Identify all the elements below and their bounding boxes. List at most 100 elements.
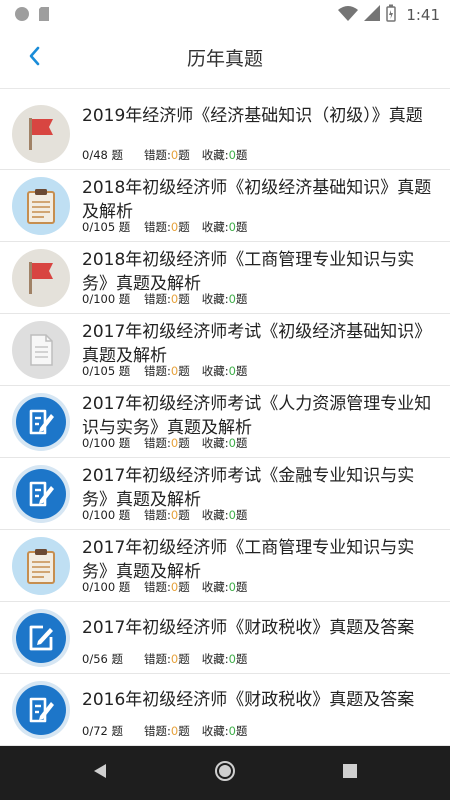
fav-unit: 题 xyxy=(235,220,248,234)
list-item[interactable]: 2018年初级经济师《工商管理专业知识与实务》真题及解析 0/100 题错题:0题… xyxy=(0,242,450,314)
list-item[interactable]: 2016年初级经济师《财政税收》真题及答案 0/72 题错题:0题 收藏:0题 xyxy=(0,674,450,746)
item-title: 2017年初级经济师《财政税收》真题及答案 xyxy=(82,618,415,638)
exam-list: 2019年经济师《经济基础知识（初级）》真题 0/48 题错题:0题 收藏:0题 20… xyxy=(0,98,450,746)
wrong-unit: 题 xyxy=(178,292,190,306)
wifi-icon xyxy=(338,5,359,25)
item-meta: 0/105 题错题:0题 收藏:0题 xyxy=(82,363,247,379)
wrong-count: 错题:0题 xyxy=(144,579,190,595)
nav-home-button[interactable] xyxy=(210,758,240,788)
fav-value: 0 xyxy=(228,436,236,450)
wrong-label: 错题: xyxy=(144,580,171,594)
question-count: 0/100 题 xyxy=(82,508,131,522)
fav-count: 收藏:0题 xyxy=(202,147,248,163)
question-count: 0/56 题 xyxy=(82,652,123,666)
circle-status-icon xyxy=(14,6,30,26)
fav-count: 收藏:0题 xyxy=(202,507,248,523)
fav-unit: 题 xyxy=(235,364,248,378)
wrong-label: 错题: xyxy=(144,148,171,162)
item-title: 2019年经济师《经济基础知识（初级）》真题 xyxy=(82,106,423,126)
wrong-unit: 题 xyxy=(178,724,190,738)
page-title: 历年真题 xyxy=(186,48,263,70)
flag-icon xyxy=(11,104,71,164)
wrong-count: 错题:0题 xyxy=(144,507,190,523)
fav-value: 0 xyxy=(228,652,236,666)
circle-home-icon xyxy=(214,760,236,786)
question-count: 0/105 题 xyxy=(82,220,131,234)
wrong-label: 错题: xyxy=(144,436,171,450)
fav-unit: 题 xyxy=(235,148,248,162)
fav-unit: 题 xyxy=(235,508,248,522)
fav-unit: 题 xyxy=(235,724,248,738)
question-count: 0/100 题 xyxy=(82,436,131,450)
fav-count: 收藏:0题 xyxy=(202,435,248,451)
nav-recents-button[interactable] xyxy=(335,758,365,788)
wrong-label: 错题: xyxy=(144,724,171,738)
document-icon xyxy=(11,320,71,380)
item-meta: 0/100 题错题:0题 收藏:0题 xyxy=(82,291,247,307)
wrong-unit: 题 xyxy=(178,220,190,234)
flag-icon xyxy=(11,248,71,308)
app-bar: 历年真题 xyxy=(0,28,450,89)
item-title: 2017年初级经济师考试《初级经济基础知识》真题及解析 xyxy=(82,322,432,366)
item-meta: 0/72 题错题:0题 收藏:0题 xyxy=(82,723,247,739)
item-meta: 0/48 题错题:0题 收藏:0题 xyxy=(82,147,247,163)
fav-count: 收藏:0题 xyxy=(202,579,248,595)
question-count: 0/100 题 xyxy=(82,580,131,594)
list-item[interactable]: 2019年经济师《经济基础知识（初级）》真题 0/48 题错题:0题 收藏:0题 xyxy=(0,98,450,170)
item-meta: 0/100 题错题:0题 收藏:0题 xyxy=(82,507,247,523)
system-nav-bar xyxy=(0,746,450,800)
wrong-count: 错题:0题 xyxy=(144,723,190,739)
wrong-unit: 题 xyxy=(178,652,190,666)
fav-label: 收藏: xyxy=(201,292,229,306)
status-bar: 1:41 xyxy=(0,0,450,28)
wrong-count: 错题:0题 xyxy=(144,435,190,451)
clipboard-icon xyxy=(11,176,71,236)
fav-value: 0 xyxy=(228,148,236,162)
battery-icon xyxy=(386,4,397,26)
list-item[interactable]: 2017年初级经济师考试《人力资源管理专业知识与实务》真题及解析 0/100 题错… xyxy=(0,386,450,458)
question-count: 0/72 题 xyxy=(82,724,123,738)
fav-unit: 题 xyxy=(235,436,248,450)
nav-back-button[interactable] xyxy=(85,758,115,788)
fav-count: 收藏:0题 xyxy=(202,651,248,667)
item-title: 2016年初级经济师《财政税收》真题及答案 xyxy=(82,690,415,710)
list-item[interactable]: 2018年初级经济师《初级经济基础知识》真题及解析 0/105 题错题:0题 收藏:… xyxy=(0,170,450,242)
wrong-count: 错题:0题 xyxy=(144,147,190,163)
wrong-unit: 题 xyxy=(178,148,190,162)
edit-icon xyxy=(11,464,71,524)
item-meta: 0/56 题错题:0题 收藏:0题 xyxy=(82,651,247,667)
list-item[interactable]: 2017年初级经济师考试《初级经济基础知识》真题及解析 0/105 题错题:0题收… xyxy=(0,314,450,386)
wrong-count: 错题:0题 xyxy=(144,219,190,235)
item-title: 2018年初级经济师《工商管理专业知识与实务》真题及解析 xyxy=(82,250,415,294)
wrong-unit: 题 xyxy=(178,580,190,594)
fav-label: 收藏: xyxy=(201,220,229,234)
item-title: 2017年初级经济师《工商管理专业知识与实务》真题及解析 xyxy=(82,538,415,582)
fav-value: 0 xyxy=(228,724,236,738)
triangle-back-icon xyxy=(92,763,108,783)
edit-icon xyxy=(11,680,71,740)
fav-unit: 题 xyxy=(235,292,248,306)
question-count: 0/105 题 xyxy=(82,364,131,378)
fav-label: 收藏: xyxy=(201,364,229,378)
list-item[interactable]: 2017年初级经济师《工商管理专业知识与实务》真题及解析 0/100 题错题:0题… xyxy=(0,530,450,602)
clipboard-icon xyxy=(11,536,71,596)
fav-label: 收藏: xyxy=(201,652,229,666)
item-meta: 0/100 题错题:0题 收藏:0题 xyxy=(82,435,247,451)
fav-value: 0 xyxy=(228,580,236,594)
wrong-count: 错题:0题 xyxy=(144,363,190,379)
wrong-label: 错题: xyxy=(144,508,171,522)
wrong-count: 错题:0题 xyxy=(144,291,190,307)
list-item[interactable]: 2017年初级经济师《财政税收》真题及答案 0/56 题错题:0题 收藏:0题 xyxy=(0,602,450,674)
square-recents-icon xyxy=(342,763,358,783)
fav-label: 收藏: xyxy=(201,508,229,522)
fav-value: 0 xyxy=(228,508,236,522)
question-count: 0/48 题 xyxy=(82,148,123,162)
list-item[interactable]: 2017年初级经济师考试《金融专业知识与实务》真题及解析 0/100 题错题:0题… xyxy=(0,458,450,530)
fav-value: 0 xyxy=(228,364,236,378)
fav-label: 收藏: xyxy=(201,148,229,162)
item-title: 2018年初级经济师《初级经济基础知识》真题及解析 xyxy=(82,178,432,222)
fav-unit: 题 xyxy=(235,652,248,666)
item-meta: 0/100 题错题:0题 收藏:0题 xyxy=(82,579,247,595)
fav-unit: 题 xyxy=(235,580,248,594)
item-title: 2017年初级经济师考试《人力资源管理专业知识与实务》真题及解析 xyxy=(82,394,432,438)
